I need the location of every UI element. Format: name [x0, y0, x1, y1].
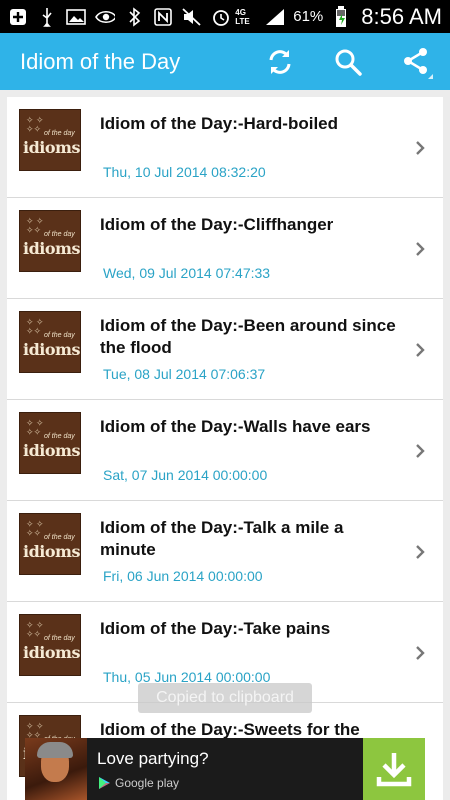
- idioms-thumbnail: ✧ ✧✧✧ of the day idioms: [19, 614, 81, 676]
- refresh-icon: [269, 49, 291, 74]
- alarm-icon: [211, 7, 231, 27]
- google-play-icon: [99, 777, 110, 789]
- idioms-thumbnail: ✧ ✧✧✧ of the day idioms: [19, 311, 81, 373]
- idioms-thumbnail: ✧ ✧✧✧ of the day idioms: [19, 210, 81, 272]
- item-date: Wed, 09 Jul 2014 07:47:33: [103, 265, 271, 281]
- item-title: Idiom of the Day:-Hard-boiled: [100, 114, 338, 133]
- bluetooth-icon: [124, 6, 144, 27]
- google-play-badge: Google play: [97, 774, 179, 792]
- image-icon: [66, 7, 86, 27]
- item-date: Fri, 06 Jun 2014 00:00:00: [103, 568, 263, 584]
- share-icon: [404, 47, 433, 79]
- chevron-right-icon: [416, 444, 425, 458]
- item-date: Tue, 08 Jul 2014 07:06:37: [103, 366, 266, 382]
- ad-banner[interactable]: Love partying? Google play: [25, 738, 425, 800]
- app-title: Idiom of the Day: [20, 48, 181, 74]
- add-icon: [8, 7, 28, 27]
- usb-icon: [37, 7, 57, 27]
- eye-icon: [95, 7, 115, 27]
- mute-icon: [182, 7, 202, 27]
- item-date: Thu, 10 Jul 2014 08:32:20: [103, 164, 266, 180]
- item-title: Idiom of the Day:-Take pains: [100, 619, 331, 638]
- download-icon: [376, 753, 412, 787]
- refresh-button[interactable]: [246, 33, 314, 90]
- list-item[interactable]: ✧ ✧✧✧ of the day idioms Idiom of the Day…: [7, 97, 443, 198]
- google-play-label: Google play: [115, 776, 180, 790]
- list-item[interactable]: ✧ ✧✧✧ of the day idioms Idiom of the Day…: [7, 198, 443, 299]
- chevron-right-icon: [416, 242, 425, 256]
- ad-image: [25, 738, 87, 800]
- download-button[interactable]: [363, 738, 425, 800]
- battery-icon: [331, 5, 351, 27]
- battery-percent: 61%: [293, 8, 324, 25]
- chevron-right-icon: [416, 545, 425, 559]
- signal-icon: [265, 7, 285, 27]
- chevron-right-icon: [416, 646, 425, 660]
- item-date: Sat, 07 Jun 2014 00:00:00: [103, 467, 268, 483]
- list-item[interactable]: ✧ ✧✧✧ of the day idioms Idiom of the Day…: [7, 299, 443, 400]
- idioms-thumbnail: ✧ ✧✧✧ of the day idioms: [19, 513, 81, 575]
- item-title: Idiom of the Day:-Talk a mile a minute: [100, 518, 344, 559]
- nfc-icon: [153, 7, 173, 27]
- clock: 8:56 AM: [361, 3, 442, 29]
- item-title: Idiom of the Day:-Walls have ears: [100, 417, 371, 436]
- idioms-thumbnail: ✧ ✧✧✧ of the day idioms: [19, 412, 81, 474]
- status-bar: 4G LTE 61% 8:56 AM: [0, 0, 450, 33]
- share-button[interactable]: [382, 33, 450, 90]
- list-item[interactable]: ✧ ✧✧✧ of the day idioms Idiom of the Day…: [7, 400, 443, 501]
- search-button[interactable]: [314, 33, 382, 90]
- network-type: 4G LTE: [235, 7, 250, 26]
- item-title: Idiom of the Day:-Been around since the …: [100, 316, 396, 357]
- toast-message: Copied to clipboard: [138, 683, 312, 713]
- idioms-thumbnail: ✧ ✧✧✧ of the day idioms: [19, 109, 81, 171]
- ad-headline: Love partying?: [97, 749, 209, 768]
- list-item[interactable]: ✧ ✧✧✧ of the day idioms Idiom of the Day…: [7, 501, 443, 602]
- search-icon: [335, 49, 362, 76]
- chevron-right-icon: [416, 141, 425, 155]
- action-bar: Idiom of the Day: [0, 33, 450, 90]
- chevron-right-icon: [416, 343, 425, 357]
- item-title: Idiom of the Day:-Cliffhanger: [100, 215, 334, 234]
